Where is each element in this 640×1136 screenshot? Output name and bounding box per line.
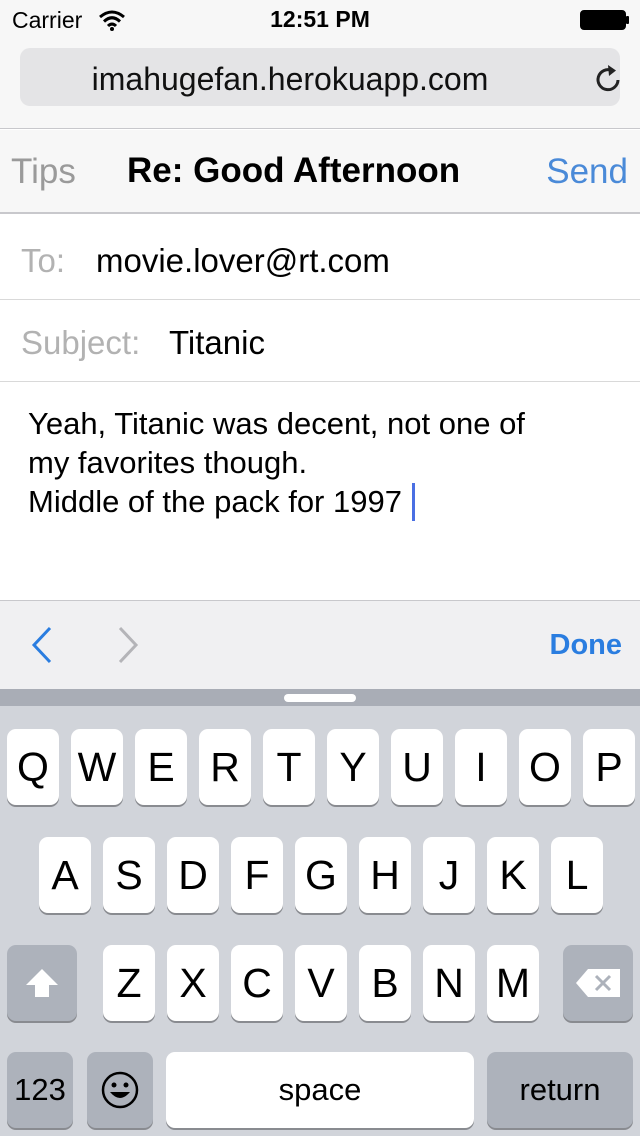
send-button[interactable]: Send [546, 152, 628, 192]
key-w[interactable]: W [71, 729, 123, 805]
key-z[interactable]: Z [103, 945, 155, 1021]
to-field[interactable]: movie.lover@rt.com [96, 242, 390, 280]
reload-icon[interactable] [594, 62, 624, 94]
key-l[interactable]: L [551, 837, 603, 913]
key-k[interactable]: K [487, 837, 539, 913]
battery-icon [580, 10, 629, 30]
url-text: imahugefan.herokuapp.com [91, 61, 489, 97]
key-q[interactable]: Q [7, 729, 59, 805]
body-line: Middle of the pack for 1997 [28, 484, 402, 519]
status-bar: Carrier 12:51 PM [0, 0, 640, 40]
message-body[interactable]: Yeah, Titanic was decent, not one of my … [28, 404, 618, 521]
key-i[interactable]: I [455, 729, 507, 805]
body-line: Yeah, Titanic was decent, not one of [28, 406, 525, 441]
subject-field[interactable]: Titanic [169, 324, 265, 362]
key-t[interactable]: T [263, 729, 315, 805]
body-line-with-caret: Middle of the pack for 1997 [28, 482, 618, 521]
navigation-bar: Tips Re: Good Afternoon Send [0, 130, 640, 214]
numbers-key[interactable]: 123 [7, 1052, 73, 1128]
key-h[interactable]: H [359, 837, 411, 913]
key-b[interactable]: B [359, 945, 411, 1021]
keyboard-top-strip [0, 689, 640, 706]
key-x[interactable]: X [167, 945, 219, 1021]
key-u[interactable]: U [391, 729, 443, 805]
key-g[interactable]: G [295, 837, 347, 913]
page-title: Re: Good Afternoon [127, 151, 461, 190]
back-button[interactable]: Tips [11, 152, 76, 192]
text-cursor [411, 483, 415, 521]
body-line: my favorites though. [28, 445, 308, 480]
status-time: 12:51 PM [270, 6, 370, 32]
key-j[interactable]: J [423, 837, 475, 913]
key-v[interactable]: V [295, 945, 347, 1021]
shift-icon [26, 969, 58, 997]
key-e[interactable]: E [135, 729, 187, 805]
keyboard: Q W E R T Y U I O P A S D F G H J K L Z … [0, 689, 640, 1136]
subject-label: Subject: [21, 324, 141, 361]
keyboard-handle[interactable] [284, 694, 356, 702]
space-key[interactable]: space [166, 1052, 474, 1128]
delete-key[interactable] [563, 945, 633, 1021]
chevron-right-icon[interactable] [116, 625, 140, 665]
shift-key[interactable] [7, 945, 77, 1021]
backspace-icon [576, 969, 620, 997]
emoji-key[interactable] [87, 1052, 153, 1128]
address-bar[interactable]: imahugefan.herokuapp.com [20, 48, 620, 106]
key-s[interactable]: S [103, 837, 155, 913]
key-c[interactable]: C [231, 945, 283, 1021]
key-d[interactable]: D [167, 837, 219, 913]
chevron-left-icon[interactable] [30, 625, 54, 665]
done-button[interactable]: Done [550, 629, 623, 662]
key-r[interactable]: R [199, 729, 251, 805]
subject-field-row[interactable]: Subject: Titanic [0, 300, 640, 382]
key-m[interactable]: M [487, 945, 539, 1021]
key-y[interactable]: Y [327, 729, 379, 805]
key-n[interactable]: N [423, 945, 475, 1021]
browser-toolbar: imahugefan.herokuapp.com [0, 40, 640, 129]
key-o[interactable]: O [519, 729, 571, 805]
to-label: To: [21, 242, 66, 279]
key-f[interactable]: F [231, 837, 283, 913]
emoji-icon [101, 1071, 139, 1109]
key-p[interactable]: P [583, 729, 635, 805]
keyboard-accessory-bar: Done [0, 600, 640, 689]
return-key[interactable]: return [487, 1052, 633, 1128]
to-field-row[interactable]: To: movie.lover@rt.com [0, 218, 640, 300]
key-a[interactable]: A [39, 837, 91, 913]
